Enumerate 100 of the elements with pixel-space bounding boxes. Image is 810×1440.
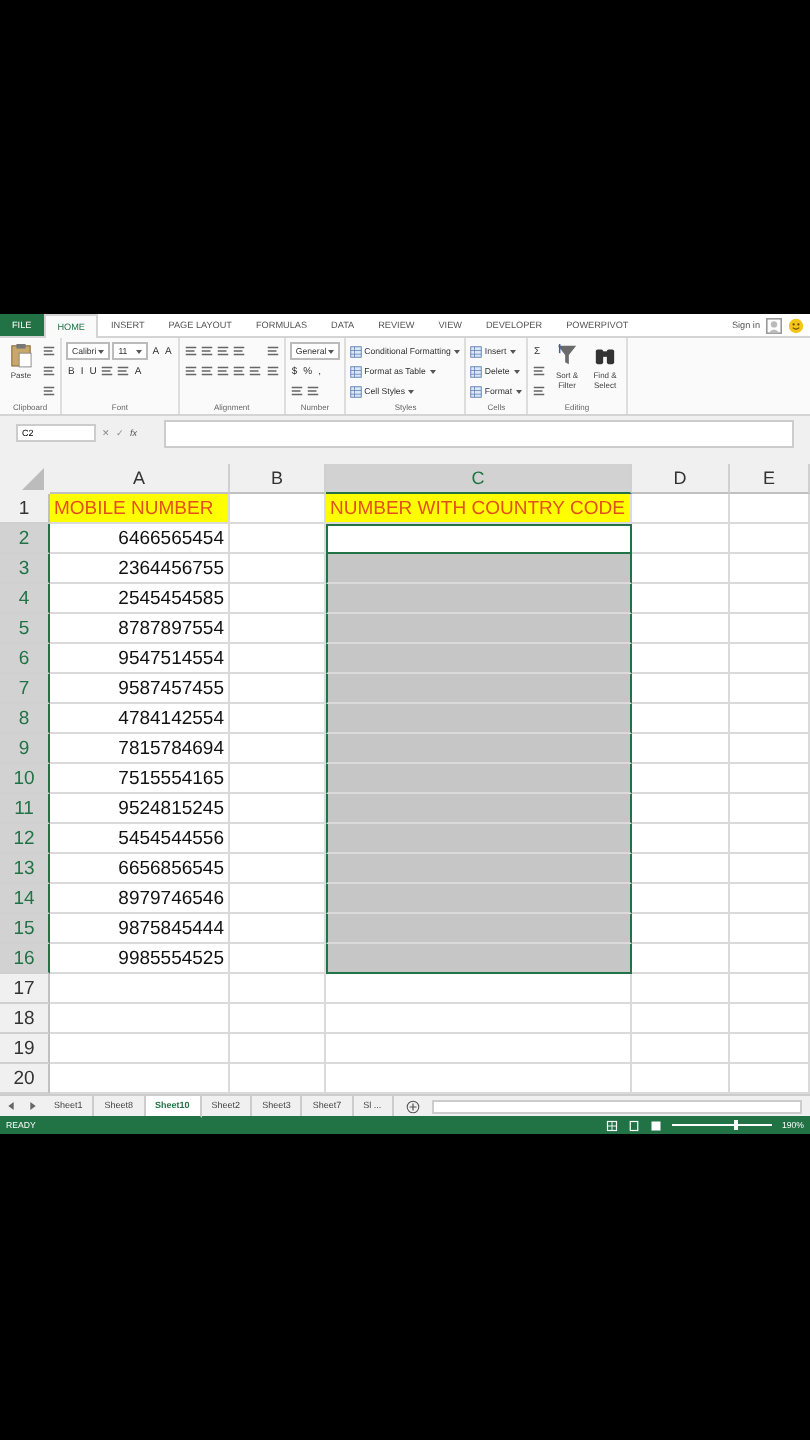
column-header[interactable]: D [632,464,730,494]
lines-icon[interactable] [215,344,230,358]
row-header[interactable]: 9 [0,734,50,764]
column-header[interactable]: E [730,464,810,494]
row-header[interactable]: 19 [0,1034,50,1064]
lines-icon[interactable] [231,344,246,358]
table-cell: 6466565454 [50,524,230,554]
caret-icon [98,349,105,353]
row-header[interactable]: 2 [0,524,50,554]
lines-icon[interactable] [265,364,280,378]
row-header[interactable]: 13 [0,854,50,884]
table-cell [632,1034,730,1064]
table-cell [730,524,810,554]
lines-icon[interactable] [532,384,547,398]
lines-icon[interactable] [247,364,262,378]
row-header[interactable]: 6 [0,644,50,674]
row-header[interactable]: 4 [0,584,50,614]
lines-icon[interactable] [231,364,246,378]
table-cell [632,734,730,764]
table-cell: 9985554525 [50,944,230,974]
table-cell [632,644,730,674]
column-header[interactable]: C [326,464,632,494]
add-sheet-icon[interactable] [405,1099,420,1113]
lines-icon[interactable] [289,384,304,398]
row-header[interactable]: 12 [0,824,50,854]
lines-icon[interactable] [116,364,131,378]
table-cell [632,674,730,704]
lines-icon[interactable] [183,344,198,358]
row-header[interactable]: 5 [0,614,50,644]
caret-icon [516,389,523,393]
table-cell: 2364456755 [50,554,230,584]
row-header[interactable]: 11 [0,794,50,824]
table-cell [230,974,326,1004]
user-avatar-icon[interactable] [766,317,782,333]
table-icon [470,365,483,377]
row-header[interactable]: 1 [0,494,50,524]
next-sheet-icon[interactable] [30,1102,36,1110]
lines-icon[interactable] [100,364,115,378]
table-cell: MOBILE NUMBER [50,494,230,524]
caret-icon [513,369,520,373]
table-cell [730,824,810,854]
table-cell [730,854,810,884]
table-cell: 9587457455 [50,674,230,704]
table-cell [632,764,730,794]
previous-sheet-icon[interactable] [8,1102,14,1110]
lines-icon[interactable] [532,364,547,378]
table-cell [632,1004,730,1034]
table-cell [730,614,810,644]
table-cell [632,614,730,644]
row-header[interactable]: 16 [0,944,50,974]
page-layout-icon[interactable] [628,1119,640,1131]
lines-icon[interactable] [183,364,198,378]
table-cell [632,914,730,944]
lines-icon[interactable] [42,344,56,358]
column-header[interactable]: A [50,464,230,494]
row-header[interactable]: 7 [0,674,50,704]
formula-input[interactable] [163,420,794,448]
lines-icon[interactable] [199,364,214,378]
table-cell [632,854,730,884]
row-header[interactable]: 20 [0,1064,50,1094]
column-header[interactable]: B [230,464,326,494]
table-cell [632,944,730,974]
row-header[interactable]: 15 [0,914,50,944]
lines-icon[interactable] [215,364,230,378]
lines-icon[interactable] [42,364,56,378]
table-icon [350,345,363,357]
table-cell [632,704,730,734]
table-cell [230,1004,326,1034]
row-header[interactable]: 17 [0,974,50,1004]
table-cell [730,674,810,704]
table-cell [632,884,730,914]
table-cell [730,554,810,584]
row-header[interactable]: 8 [0,704,50,734]
row-header[interactable]: 14 [0,884,50,914]
table-cell: 6656856545 [50,854,230,884]
lines-icon[interactable] [42,384,56,398]
horizontal-scrollbar[interactable] [431,1099,802,1113]
table-cell [730,1034,810,1064]
lines-icon[interactable] [199,344,214,358]
smiley-icon[interactable] [788,317,804,333]
table-cell: 9524815245 [50,794,230,824]
table-cell [730,884,810,914]
table-cell [730,644,810,674]
normal-view-icon[interactable] [606,1119,618,1131]
row-header[interactable]: 18 [0,1004,50,1034]
table-cell [632,824,730,854]
table-cell [632,974,730,1004]
lines-icon[interactable] [305,384,320,398]
table-cell [730,764,810,794]
row-header[interactable]: 10 [0,764,50,794]
table-cell: 5454544556 [50,824,230,854]
table-icon [470,345,483,357]
table-icon [470,385,483,397]
table-cell: 4784142554 [50,704,230,734]
table-cell: NUMBER WITH COUNTRY CODE [326,494,632,524]
lines-icon[interactable] [265,344,280,358]
row-header[interactable]: 3 [0,554,50,584]
page-break-icon[interactable] [650,1119,662,1131]
table-cell [230,1034,326,1064]
caret-icon [454,349,461,353]
